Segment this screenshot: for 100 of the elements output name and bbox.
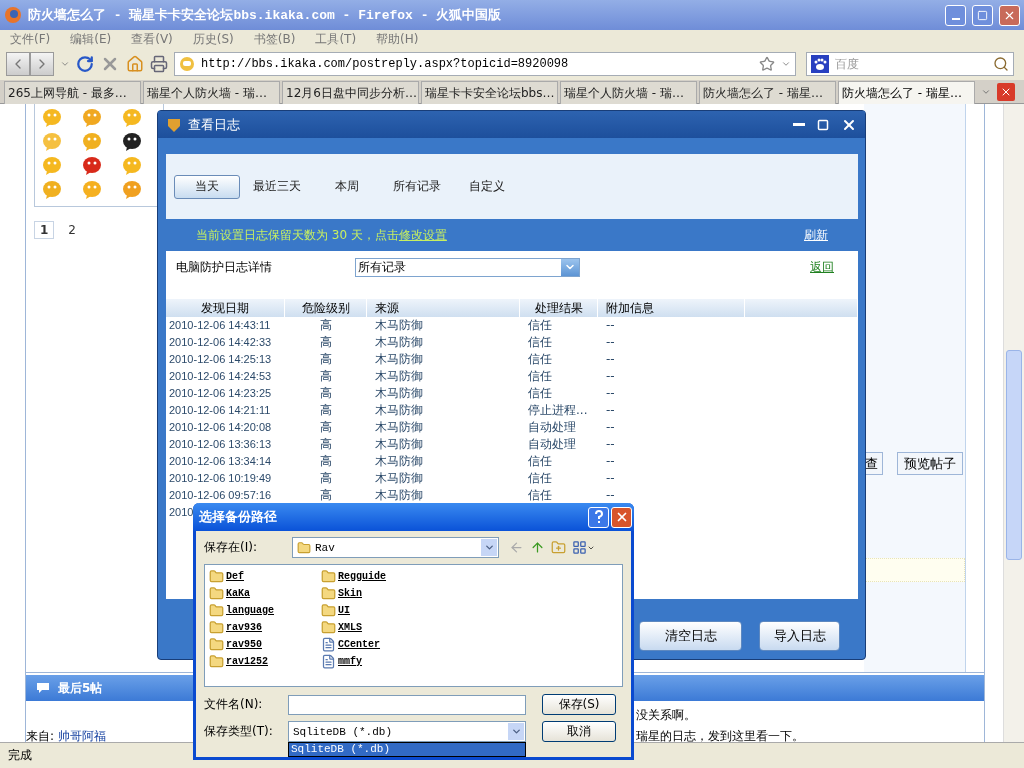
file-item[interactable]: Regguide	[321, 568, 618, 585]
browser-tab[interactable]: 瑞星个人防火墙 - 瑞…	[143, 81, 280, 104]
help-button[interactable]	[588, 506, 609, 528]
record-select[interactable]: 所有记录	[355, 257, 580, 277]
file-item[interactable]: rav1252	[209, 653, 321, 670]
file-item[interactable]: XMLS	[321, 619, 618, 636]
table-cell-text: --	[605, 385, 615, 402]
reload-button[interactable]	[76, 55, 94, 73]
emoticon-icon[interactable]	[121, 132, 143, 152]
filter-button[interactable]: 本周	[314, 174, 380, 199]
menu-item[interactable]: 帮助(H)	[376, 30, 419, 48]
back-button[interactable]	[509, 540, 524, 555]
view-menu-button[interactable]	[572, 540, 595, 555]
browser-tab[interactable]: 瑞星个人防火墙 - 瑞…	[560, 81, 697, 104]
page-link[interactable]: 2	[62, 221, 82, 239]
folder-icon	[321, 603, 336, 618]
minimize-button[interactable]	[945, 4, 966, 26]
refresh-link[interactable]: 刷新	[804, 226, 828, 244]
table-cell-text: --	[605, 334, 615, 351]
menu-item[interactable]: 编辑(E)	[70, 30, 112, 48]
maximize-button[interactable]	[972, 4, 993, 26]
filter-button[interactable]: 自定义	[454, 174, 520, 199]
dialog-title: 选择备份路径	[199, 508, 278, 526]
up-folder-button[interactable]	[530, 540, 545, 555]
browser-tab[interactable]: 防火墙怎么了 - 瑞星…	[838, 81, 975, 104]
home-button[interactable]	[126, 55, 144, 73]
table-cell-text: 2010-12-06 14:42:33	[168, 335, 272, 350]
browser-tab[interactable]: 瑞星卡卡安全论坛bbs…	[421, 81, 558, 104]
dropdown-icon[interactable]	[781, 59, 791, 69]
file-icon	[321, 637, 336, 652]
maximize-icon	[977, 9, 988, 21]
menu-item[interactable]: 书签(B)	[253, 30, 296, 48]
menu-item[interactable]: 查看(V)	[131, 30, 173, 48]
close-tab-button[interactable]	[997, 83, 1015, 101]
new-folder-icon	[551, 540, 566, 555]
back-button[interactable]	[6, 52, 30, 76]
column-header[interactable]: 危险级别	[285, 299, 367, 317]
star-icon[interactable]	[759, 56, 775, 72]
file-item[interactable]: rav936	[209, 619, 321, 636]
table-cell-text: 2010-12-06 14:25:13	[168, 352, 272, 367]
table-cell: 高	[320, 385, 332, 402]
file-item[interactable]: CCenter	[321, 636, 618, 653]
table-cell-text: 停止进程...	[527, 402, 588, 419]
file-item[interactable]: rav950	[209, 636, 321, 653]
minimize-icon	[951, 18, 960, 20]
menu-item[interactable]: 历史(S)	[192, 30, 234, 48]
new-folder-button[interactable]	[551, 540, 566, 555]
filter-button[interactable]: 当天	[174, 174, 240, 199]
filename-field[interactable]	[288, 694, 526, 715]
post-line: 没关系啊。	[636, 707, 697, 724]
column-header[interactable]: 附加信息	[598, 299, 745, 317]
table-cell-text: 木马防御	[374, 470, 423, 487]
file-item[interactable]: Def	[209, 568, 321, 585]
table-cell-text: 信任	[527, 470, 552, 487]
folder-icon	[209, 569, 224, 584]
save-button[interactable]: 保存(S)	[542, 694, 616, 715]
column-header[interactable]: 来源	[367, 299, 520, 317]
log-button[interactable]: 清空日志	[639, 621, 742, 651]
paw-icon[interactable]	[811, 55, 829, 73]
print-button[interactable]	[150, 55, 168, 73]
file-item[interactable]: UI	[321, 602, 618, 619]
menu-item[interactable]: 文件(F)	[10, 30, 51, 48]
file-type-combo[interactable]: SqliteDB (*.db)	[288, 721, 526, 742]
location-combo[interactable]: Rav	[292, 537, 499, 558]
file-item[interactable]: KaKa	[209, 585, 321, 602]
log-button[interactable]: 导入日志	[759, 621, 840, 651]
close-button[interactable]	[999, 4, 1020, 26]
address-field[interactable]: http://bbs.ikaka.com/postreply.aspx?topicid=8920098	[174, 52, 796, 76]
forward-button[interactable]	[30, 52, 54, 76]
file-item[interactable]: Skin	[321, 585, 618, 602]
search-icon[interactable]	[993, 56, 1009, 72]
page-link[interactable]: 1	[34, 221, 55, 239]
browser-tab[interactable]: 防火墙怎么了 - 瑞星…	[699, 81, 836, 104]
file-type-option[interactable]: SqliteDB (*.db)	[289, 743, 525, 756]
file-item[interactable]: language	[209, 602, 321, 619]
settings-link[interactable]: 修改设置	[398, 227, 447, 242]
scrollbar[interactable]	[1003, 104, 1024, 742]
cancel-button[interactable]: 取消	[542, 721, 616, 742]
filter-button[interactable]: 最近三天	[244, 174, 310, 199]
menu-item[interactable]: 工具(T)	[315, 30, 357, 48]
close-button[interactable]	[611, 506, 632, 528]
column-header[interactable]: 发现日期	[166, 299, 285, 317]
field-label: 保存在(I):	[204, 539, 258, 556]
author-line: 来自: 帅哥阿福	[26, 728, 106, 745]
scroll-thumb[interactable]	[1006, 350, 1022, 560]
maximize-button[interactable]	[817, 118, 829, 131]
back-link[interactable]: 返回	[810, 258, 834, 276]
column-header[interactable]: 处理结果	[520, 299, 598, 317]
table-cell-text: 2010-12-06 13:34:14	[168, 454, 272, 469]
table-cell-text: --	[605, 317, 615, 334]
page-button[interactable]: 预览帖子	[897, 452, 963, 475]
table-cell-text: --	[605, 402, 615, 419]
browser-tab[interactable]: 265上网导航 - 最多…	[4, 81, 141, 104]
table-cell: 高	[320, 334, 332, 351]
browser-tab[interactable]: 12月6日盘中同步分析…	[282, 81, 419, 104]
history-dropdown-button[interactable]	[60, 59, 70, 69]
file-item[interactable]: mmfy	[321, 653, 618, 670]
table-cell: 高	[320, 453, 332, 470]
filter-button[interactable]: 所有记录	[384, 174, 450, 199]
caret-icon	[60, 59, 70, 69]
